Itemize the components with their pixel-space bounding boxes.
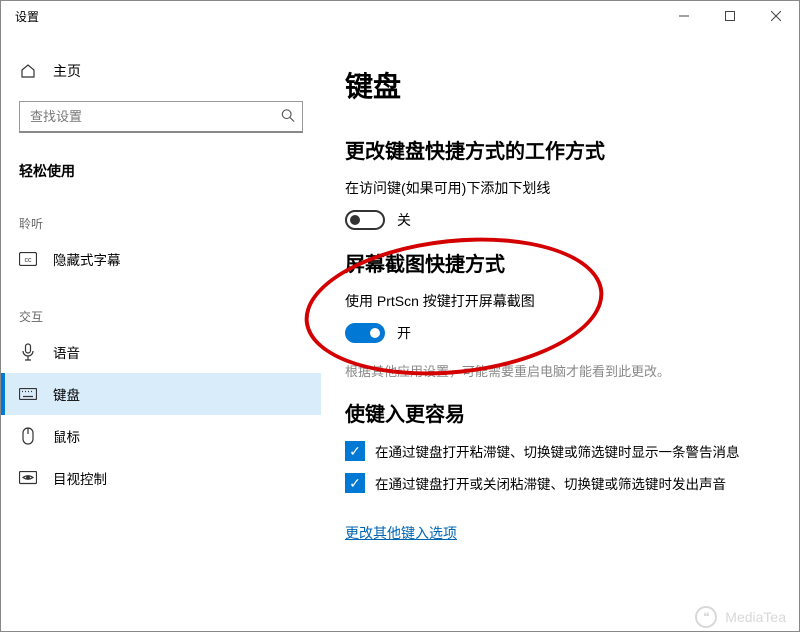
- page-title: 键盘: [345, 65, 775, 105]
- captions-icon: cc: [19, 250, 37, 268]
- sidebar-item-captions[interactable]: cc 隐藏式字幕: [1, 238, 321, 280]
- microphone-icon: [19, 343, 37, 361]
- category-title: 轻松使用: [1, 147, 321, 187]
- home-icon: [19, 62, 37, 80]
- sidebar-item-label: 鼠标: [53, 426, 80, 446]
- other-typing-link[interactable]: 更改其他键入选项: [345, 523, 457, 543]
- section-interaction-label: 交互: [1, 280, 321, 331]
- eye-control-icon: [19, 469, 37, 487]
- underline-toggle-state: 关: [397, 210, 411, 230]
- close-button[interactable]: [753, 1, 799, 31]
- sidebar-item-keyboard[interactable]: 键盘: [1, 373, 321, 415]
- home-link[interactable]: 主页: [1, 51, 321, 91]
- sidebar-item-label: 键盘: [53, 384, 80, 404]
- underline-toggle[interactable]: [345, 210, 385, 230]
- prtscn-setting-label: 使用 PrtScn 按键打开屏幕截图: [345, 291, 775, 311]
- sidebar: 主页 轻松使用 聆听 cc 隐藏式字幕 交互 语: [1, 31, 321, 631]
- maximize-button[interactable]: [707, 1, 753, 31]
- sound-checkbox[interactable]: ✓: [345, 473, 365, 493]
- keyboard-icon: [19, 385, 37, 403]
- search-input[interactable]: [19, 101, 303, 133]
- sidebar-item-eye-control[interactable]: 目视控制: [1, 457, 321, 499]
- sound-checkbox-label: 在通过键盘打开或关闭粘滞键、切换键或筛选键时发出声音: [375, 473, 726, 493]
- warning-checkbox-label: 在通过键盘打开粘滞键、切换键或筛选键时显示一条警告消息: [375, 441, 740, 461]
- window-title: 设置: [15, 8, 661, 25]
- sidebar-item-label: 隐藏式字幕: [53, 249, 121, 269]
- minimize-button[interactable]: [661, 1, 707, 31]
- section-heading-prtscn: 屏幕截图快捷方式: [345, 248, 775, 277]
- search-icon: [281, 109, 295, 126]
- sidebar-item-label: 语音: [53, 342, 80, 362]
- section-heading-shortcuts: 更改键盘快捷方式的工作方式: [345, 135, 775, 164]
- sidebar-item-mouse[interactable]: 鼠标: [1, 415, 321, 457]
- section-heading-typing: 使键入更容易: [345, 398, 775, 427]
- mouse-icon: [19, 427, 37, 445]
- underline-setting-label: 在访问键(如果可用)下添加下划线: [345, 178, 775, 198]
- section-hearing-label: 聆听: [1, 187, 321, 238]
- titlebar: 设置: [1, 1, 799, 31]
- prtscn-toggle-state: 开: [397, 323, 411, 343]
- warning-checkbox[interactable]: ✓: [345, 441, 365, 461]
- sidebar-item-label: 目视控制: [53, 468, 107, 488]
- prtscn-hint: 根据其他应用设置，可能需要重启电脑才能看到此更改。: [345, 361, 775, 380]
- sidebar-item-speech[interactable]: 语音: [1, 331, 321, 373]
- content-area: 键盘 更改键盘快捷方式的工作方式 在访问键(如果可用)下添加下划线 关 屏幕截图…: [321, 31, 799, 631]
- home-label: 主页: [53, 61, 81, 81]
- svg-text:cc: cc: [25, 257, 33, 264]
- prtscn-toggle[interactable]: [345, 323, 385, 343]
